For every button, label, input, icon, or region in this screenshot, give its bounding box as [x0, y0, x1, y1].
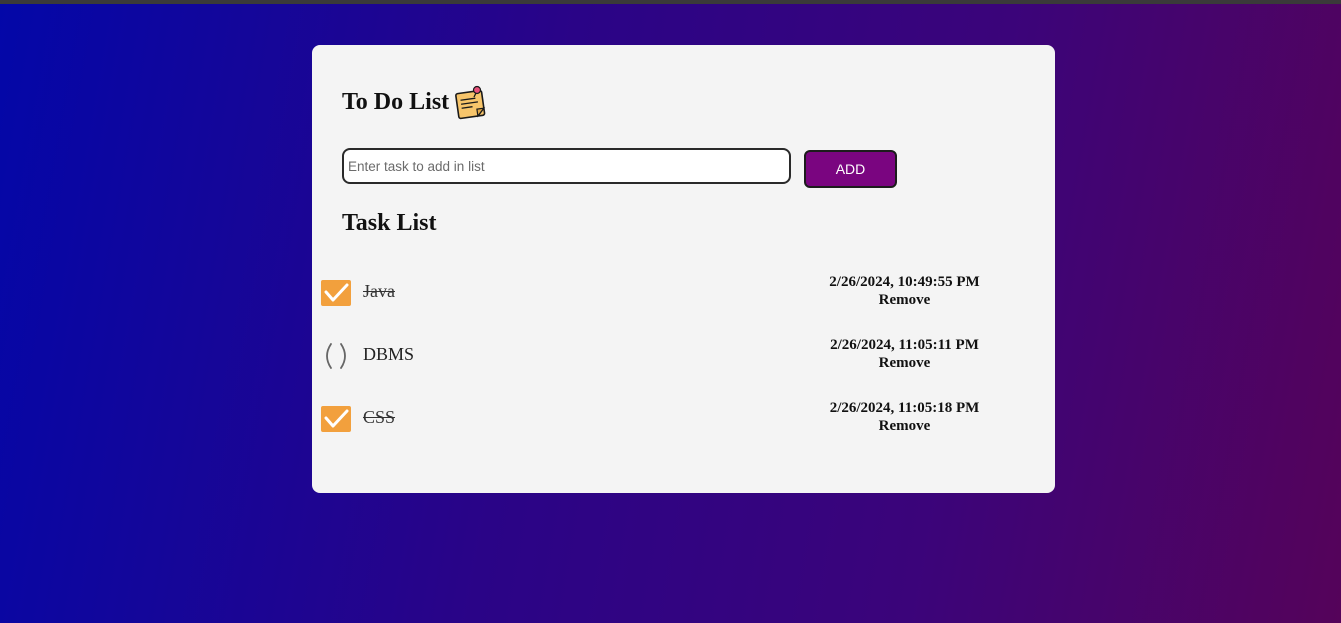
- app-title: To Do List: [342, 88, 450, 115]
- remove-button[interactable]: Remove: [879, 291, 931, 309]
- list-item[interactable]: Java 2/26/2024, 10:49:55 PM Remove: [312, 273, 1055, 336]
- checked-checkbox-icon[interactable]: [321, 406, 351, 432]
- task-text[interactable]: Java: [363, 281, 395, 302]
- browser-top-strip: [0, 0, 1341, 4]
- list-item[interactable]: CSS 2/26/2024, 11:05:18 PM Remove: [312, 399, 1055, 462]
- task-list-title: Task List: [342, 210, 437, 236]
- task-meta: 2/26/2024, 10:49:55 PM Remove: [772, 273, 1037, 309]
- task-timestamp: 2/26/2024, 11:05:11 PM: [830, 337, 979, 353]
- task-text[interactable]: CSS: [363, 407, 395, 428]
- todo-card: To Do List ADD Task List: [312, 45, 1055, 493]
- task-input[interactable]: [342, 148, 791, 184]
- task-meta: 2/26/2024, 11:05:11 PM Remove: [772, 336, 1037, 372]
- add-button[interactable]: ADD: [804, 150, 897, 188]
- title-row: To Do List: [342, 83, 488, 121]
- checked-checkbox-icon[interactable]: [321, 280, 351, 306]
- sticky-note-icon: [452, 85, 488, 121]
- unchecked-circle-icon[interactable]: [321, 343, 351, 369]
- task-list: Java 2/26/2024, 10:49:55 PM Remove DBMS …: [312, 273, 1055, 462]
- remove-button[interactable]: Remove: [879, 354, 931, 372]
- task-timestamp: 2/26/2024, 11:05:18 PM: [829, 400, 980, 416]
- list-item[interactable]: DBMS 2/26/2024, 11:05:11 PM Remove: [312, 336, 1055, 399]
- task-text[interactable]: DBMS: [363, 344, 414, 365]
- remove-button[interactable]: Remove: [879, 417, 931, 435]
- task-timestamp: 2/26/2024, 10:49:55 PM: [829, 274, 980, 290]
- task-meta: 2/26/2024, 11:05:18 PM Remove: [772, 399, 1037, 435]
